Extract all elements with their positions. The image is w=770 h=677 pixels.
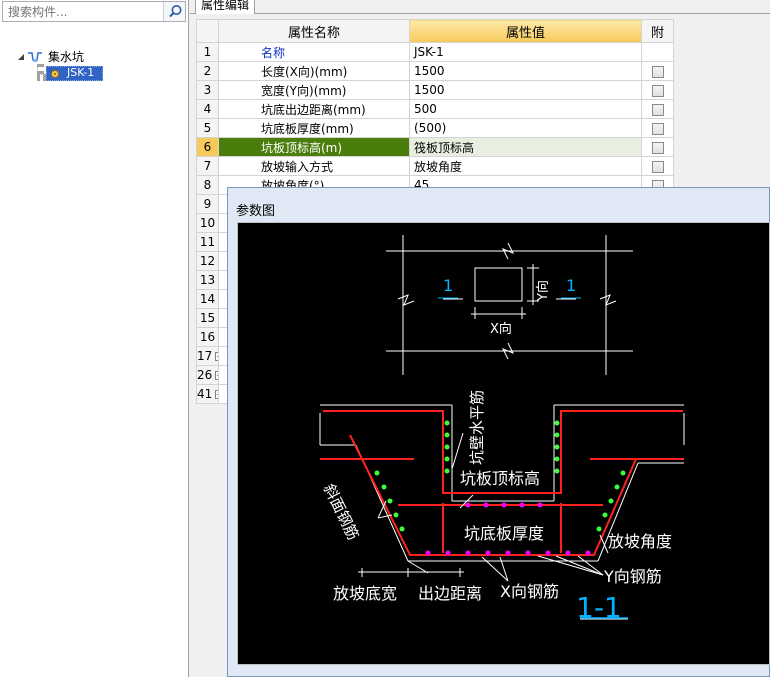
component-tree-panel: 集水坑 JSK-1 <box>0 0 189 677</box>
property-name: 坑底出边距离(mm) <box>218 99 410 119</box>
table-row[interactable]: 4 坑底出边距离(mm) 500 <box>196 99 674 119</box>
property-value[interactable]: 筏板顶标高 <box>409 137 642 157</box>
x-direction-label: X向 <box>490 322 512 337</box>
table-row[interactable]: 1 名称 JSK-1 <box>196 42 674 62</box>
y-rebar-label: Y向钢筋 <box>604 567 662 586</box>
property-name: 宽度(Y向)(mm) <box>218 80 410 100</box>
row-number: 16 <box>196 327 219 347</box>
row-number: 26+ <box>196 365 219 385</box>
property-value[interactable]: 500 <box>409 99 642 119</box>
header-value[interactable]: 属性值 <box>409 19 642 43</box>
row-number: 8 <box>196 175 219 195</box>
property-value[interactable]: (500) <box>409 118 642 138</box>
grid-header: 属性名称 属性值 附 <box>196 19 674 43</box>
property-name: 坑底板厚度(mm) <box>218 118 410 138</box>
row-number: 41+ <box>196 384 219 404</box>
table-row[interactable]: 2 长度(X向)(mm) 1500 <box>196 61 674 81</box>
row-number: 1 <box>196 42 219 62</box>
diagram-canvas: 1 1 Y向 X向 坑壁水平筋 斜面钢筋 坑板顶标高 坑底板厚度 放坡角度 Y向… <box>237 222 770 665</box>
table-row[interactable]: 7 放坡输入方式 放坡角度 <box>196 156 674 176</box>
row-number: 9 <box>196 194 219 214</box>
row-number: 15 <box>196 308 219 328</box>
row-number: 3 <box>196 80 219 100</box>
table-row[interactable]: 3 宽度(Y向)(mm) 1500 <box>196 80 674 100</box>
row-number: 4 <box>196 99 219 119</box>
property-area: 属性编辑 属性名称 属性值 附 1 名称 JSK-1 2 长度(X向)(mm) 1500 3… <box>190 0 770 677</box>
wall-rebar-label: 坑壁水平筋 <box>468 389 486 465</box>
sump-pit-icon <box>28 52 42 62</box>
slope-angle-label: 放坡角度 <box>608 532 673 551</box>
attach-cell <box>641 118 674 138</box>
tree-node-sump-pit[interactable]: 集水坑 <box>48 49 84 66</box>
attach-cell <box>641 42 674 62</box>
bottom-thickness-label: 坑底板厚度 <box>464 524 545 543</box>
header-attach[interactable]: 附 <box>641 19 674 43</box>
table-row[interactable]: 6 坑板顶标高(m) 筏板顶标高 <box>196 137 674 157</box>
table-row[interactable]: 5 坑底板厚度(mm) (500) <box>196 118 674 138</box>
parameter-diagram-panel: 参数图 1 1 Y向 X向 坑壁水平筋 斜面钢筋 坑板顶标高 坑底板厚度 放坡角… <box>227 187 770 677</box>
collapse-arrow-icon[interactable] <box>17 53 25 61</box>
row-number: 10 <box>196 213 219 233</box>
row-number: 7 <box>196 156 219 176</box>
attach-cell <box>641 156 674 176</box>
property-name: 长度(X向)(mm) <box>218 61 410 81</box>
attach-checkbox[interactable] <box>651 84 664 97</box>
header-name[interactable]: 属性名称 <box>218 19 410 43</box>
search-icon <box>169 5 182 18</box>
attach-checkbox[interactable] <box>651 65 664 78</box>
y-direction-label: Y向 <box>536 280 551 301</box>
attach-checkbox[interactable] <box>651 160 664 173</box>
row-number: 2 <box>196 61 219 81</box>
header-num <box>196 19 219 43</box>
attach-cell <box>641 80 674 100</box>
search-input[interactable] <box>3 2 163 21</box>
tab-strip: 属性编辑 <box>190 0 770 14</box>
edge-distance-label: 出边距离 <box>418 584 483 603</box>
row-number: 11 <box>196 232 219 252</box>
row-number: 17+ <box>196 346 219 366</box>
tree-connector <box>37 74 46 78</box>
section-title: 1-1 <box>576 591 622 624</box>
tree-connector <box>37 64 41 74</box>
attach-checkbox[interactable] <box>651 122 664 135</box>
property-name: 坑板顶标高(m) <box>218 137 410 157</box>
row-number: 14 <box>196 289 219 309</box>
row-number: 6 <box>196 137 219 157</box>
tab-property-edit[interactable]: 属性编辑 <box>195 0 256 14</box>
attach-cell <box>641 137 674 157</box>
attach-checkbox[interactable] <box>651 141 664 154</box>
attach-cell <box>641 99 674 119</box>
property-value[interactable]: JSK-1 <box>409 42 642 62</box>
tree-node-label: JSK-1 <box>67 66 95 79</box>
search-button[interactable] <box>163 2 185 21</box>
section-mark-right: 1 <box>566 276 577 295</box>
property-name: 放坡输入方式 <box>218 156 410 176</box>
property-value[interactable]: 1500 <box>409 61 642 81</box>
row-number: 13 <box>196 270 219 290</box>
row-number: 12 <box>196 251 219 271</box>
attach-cell <box>641 61 674 81</box>
top-elevation-label: 坑板顶标高 <box>460 469 541 488</box>
component-gear-icon <box>51 70 59 78</box>
property-name: 名称 <box>218 42 410 62</box>
section-mark-left: 1 <box>443 276 454 295</box>
slope-bottom-width-label: 放坡底宽 <box>333 584 398 603</box>
tree-node-jsk-1[interactable]: JSK-1 <box>46 66 103 81</box>
property-value[interactable]: 1500 <box>409 80 642 100</box>
parameter-diagram-title: 参数图 <box>236 204 276 219</box>
search-box <box>2 1 186 22</box>
x-rebar-label: X向钢筋 <box>500 582 559 601</box>
attach-checkbox[interactable] <box>651 103 664 116</box>
property-value[interactable]: 放坡角度 <box>409 156 642 176</box>
row-number: 5 <box>196 118 219 138</box>
